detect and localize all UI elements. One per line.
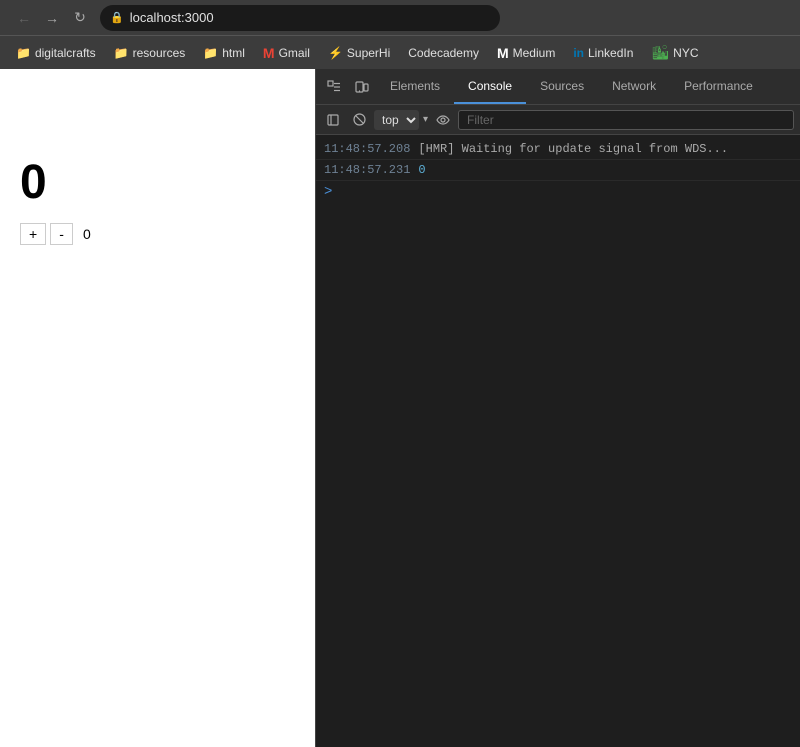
inspect-element-button[interactable]: [320, 73, 348, 101]
lock-icon: 🔒: [110, 11, 124, 24]
tab-network[interactable]: Network: [598, 69, 670, 104]
bookmark-label: html: [222, 46, 245, 60]
bookmark-resources[interactable]: 📁 resources: [106, 42, 194, 64]
context-selector[interactable]: top ▾: [374, 110, 428, 130]
folder-icon: 📁: [203, 46, 218, 60]
bookmark-gmail[interactable]: M Gmail: [255, 41, 318, 65]
console-output: 11:48:57.208 [HMR] Waiting for update si…: [316, 135, 800, 747]
tab-elements[interactable]: Elements: [376, 69, 454, 104]
device-toolbar-button[interactable]: [348, 73, 376, 101]
minus-button[interactable]: -: [50, 223, 73, 245]
nyc-icon: 🏙: [651, 44, 669, 61]
bookmark-superhi[interactable]: ⚡ SuperHi: [320, 42, 398, 64]
context-select[interactable]: top: [374, 110, 419, 130]
console-prompt[interactable]: >: [316, 181, 800, 203]
bookmark-label: SuperHi: [347, 46, 390, 60]
bookmark-medium[interactable]: M Medium: [489, 41, 563, 65]
devtools-toolbar: Elements Console Sources Network Perform…: [316, 69, 800, 105]
console-sidebar-button[interactable]: [322, 109, 344, 131]
chevron-down-icon: ▾: [423, 114, 428, 125]
timestamp: 11:48:57.208: [324, 142, 410, 156]
bookmark-linkedin[interactable]: in LinkedIn: [565, 42, 641, 64]
folder-icon: 📁: [16, 46, 31, 60]
bookmark-label: LinkedIn: [588, 46, 633, 60]
tab-console[interactable]: Console: [454, 69, 526, 104]
console-line-number: 11:48:57.231 0: [316, 160, 800, 181]
devtools-panel: Elements Console Sources Network Perform…: [315, 69, 800, 747]
folder-icon: 📁: [114, 46, 129, 60]
bookmark-label: digitalcrafts: [35, 46, 96, 60]
bookmark-nyc[interactable]: 🏙 NYC: [643, 40, 706, 65]
reload-button[interactable]: ↻: [68, 6, 92, 30]
bookmark-label: resources: [133, 46, 186, 60]
counter-value: 0: [20, 159, 295, 207]
devtools-tabs: Elements Console Sources Network Perform…: [376, 69, 796, 104]
tab-sources[interactable]: Sources: [526, 69, 598, 104]
back-button[interactable]: ←: [12, 6, 36, 30]
browser-chrome: ← → ↻ 🔒 localhost:3000 📁 digitalcrafts 📁…: [0, 0, 800, 69]
title-bar: ← → ↻ 🔒 localhost:3000: [0, 0, 800, 35]
console-line-hmr: 11:48:57.208 [HMR] Waiting for update si…: [316, 139, 800, 160]
gmail-icon: M: [263, 45, 275, 61]
timestamp: 11:48:57.231: [324, 163, 410, 177]
linkedin-icon: in: [573, 46, 584, 60]
bookmark-html[interactable]: 📁 html: [195, 42, 253, 64]
plus-button[interactable]: +: [20, 223, 46, 245]
eye-button[interactable]: [432, 109, 454, 131]
clear-console-button[interactable]: [348, 109, 370, 131]
bookmark-codecademy[interactable]: Codecademy: [400, 42, 487, 64]
address-bar[interactable]: 🔒 localhost:3000: [100, 5, 500, 31]
bookmark-label: Codecademy: [408, 46, 479, 60]
bookmarks-bar: 📁 digitalcrafts 📁 resources 📁 html M Gma…: [0, 35, 800, 69]
superhi-icon: ⚡: [328, 46, 343, 60]
console-toolbar: top ▾: [316, 105, 800, 135]
counter-buttons: + - 0: [20, 223, 295, 245]
filter-input[interactable]: [458, 110, 794, 130]
bookmark-digitalcrafts[interactable]: 📁 digitalcrafts: [8, 42, 104, 64]
main-area: 0 + - 0: [0, 69, 800, 747]
tab-performance[interactable]: Performance: [670, 69, 767, 104]
page-content: 0 + - 0: [0, 69, 315, 747]
medium-icon: M: [497, 45, 509, 61]
counter-display: 0: [77, 226, 97, 242]
forward-button[interactable]: →: [40, 6, 64, 30]
address-text: localhost:3000: [130, 10, 214, 25]
bookmark-label: NYC: [673, 46, 698, 60]
console-number: 0: [418, 163, 425, 177]
bookmark-label: Medium: [513, 46, 556, 60]
bookmark-label: Gmail: [279, 46, 310, 60]
console-message: [HMR] Waiting for update signal from WDS…: [418, 142, 728, 156]
nav-buttons: ← → ↻: [12, 6, 92, 30]
